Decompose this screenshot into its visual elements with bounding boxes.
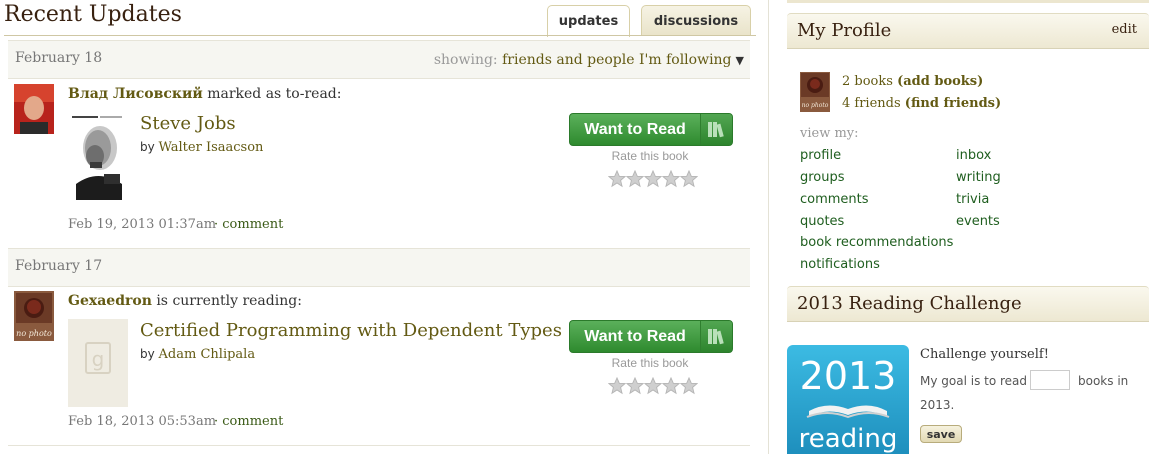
- rate-book-label: Rate this book: [611, 149, 689, 163]
- update-action: is currently reading:: [156, 293, 302, 309]
- profile-edit-link[interactable]: edit: [1112, 22, 1137, 37]
- shelf-dropdown-icon[interactable]: [700, 114, 732, 145]
- comment-link[interactable]: · comment: [214, 414, 283, 429]
- nav-events[interactable]: events: [956, 214, 1000, 229]
- timestamp[interactable]: Feb 18, 2013 05:53am: [68, 414, 216, 429]
- want-to-read-label: Want to Read: [584, 328, 686, 345]
- book-cover[interactable]: [68, 112, 128, 200]
- challenge-heading: Challenge yourself!: [920, 347, 1049, 362]
- row-divider: [8, 445, 750, 446]
- nav-writing[interactable]: writing: [956, 170, 1001, 185]
- star-icon[interactable]: [662, 377, 680, 395]
- tab-updates[interactable]: updates: [547, 5, 630, 37]
- filter-value[interactable]: friends and people I'm following: [502, 52, 731, 68]
- badge-word: reading: [799, 424, 898, 454]
- badge-year: 2013: [800, 354, 897, 398]
- actor-name[interactable]: Gexaedron: [68, 293, 152, 309]
- triangle-down-icon[interactable]: ▼: [736, 54, 744, 67]
- find-friends-link[interactable]: (find friends): [905, 96, 1001, 111]
- profile-title: My Profile: [797, 20, 892, 41]
- books-count[interactable]: 2 books (add books): [842, 74, 983, 89]
- by-label: by: [140, 140, 155, 154]
- feed-filter[interactable]: showing: friends and people I'm followin…: [434, 52, 744, 68]
- star-icon[interactable]: [608, 377, 626, 395]
- goal-prefix: My goal is to read: [920, 374, 1028, 388]
- books-count-label[interactable]: 2 books: [842, 74, 893, 89]
- challenge-box-header: 2013 Reading Challenge: [787, 286, 1149, 322]
- want-to-read-button[interactable]: Want to Read: [569, 113, 733, 146]
- profile-avatar[interactable]: no photo: [800, 72, 830, 112]
- challenge-title: 2013 Reading Challenge: [797, 293, 1022, 314]
- nav-quotes[interactable]: quotes: [800, 214, 844, 229]
- author-link[interactable]: Walter Isaacson: [159, 140, 264, 155]
- star-icon[interactable]: [680, 377, 698, 395]
- date-header: February 18 showing: friends and people …: [8, 40, 750, 79]
- friends-count[interactable]: 4 friends (find friends): [842, 96, 1001, 111]
- star-icon[interactable]: [608, 170, 626, 188]
- add-books-link[interactable]: (add books): [897, 74, 983, 89]
- profile-avatar-caption: no photo: [802, 102, 829, 109]
- avatar[interactable]: [14, 84, 54, 134]
- by-label: by: [140, 347, 155, 361]
- book-title-link[interactable]: Steve Jobs: [140, 113, 236, 134]
- goal-year: 2013.: [920, 398, 955, 412]
- byline: by Adam Chlipala: [140, 347, 255, 362]
- star-icon[interactable]: [644, 170, 662, 188]
- goal-suffix: books in: [1078, 374, 1129, 388]
- star-icon[interactable]: [680, 170, 698, 188]
- want-to-read-button[interactable]: Want to Read: [569, 320, 733, 353]
- rate-book-label: Rate this book: [611, 356, 689, 370]
- title-divider: [4, 35, 756, 36]
- update-headline: Влад Лисовский marked as to-read:: [68, 86, 341, 102]
- reading-challenge-badge[interactable]: 2013 reading: [787, 345, 909, 454]
- star-icon[interactable]: [626, 170, 644, 188]
- want-to-read-label: Want to Read: [584, 121, 686, 138]
- date-label: February 18: [15, 50, 103, 66]
- star-icon[interactable]: [644, 377, 662, 395]
- page-title: Recent Updates: [4, 2, 182, 27]
- nav-profile[interactable]: profile: [800, 148, 841, 163]
- star-icon[interactable]: [662, 170, 680, 188]
- updates-feed: Recent Updates updates discussions Febru…: [0, 0, 760, 454]
- nav-comments[interactable]: comments: [800, 192, 869, 207]
- actor-name[interactable]: Влад Лисовский: [68, 86, 203, 102]
- avatar-caption: no photo: [16, 329, 52, 338]
- byline: by Walter Isaacson: [140, 140, 263, 155]
- save-button[interactable]: save: [920, 425, 962, 443]
- shelf-dropdown-icon[interactable]: [700, 321, 732, 352]
- friends-count-label[interactable]: 4 friends: [842, 96, 901, 111]
- timestamp[interactable]: Feb 19, 2013 01:37am: [68, 217, 216, 232]
- author-link[interactable]: Adam Chlipala: [159, 347, 256, 362]
- avatar[interactable]: no photo: [14, 291, 54, 341]
- view-my-label: view my:: [800, 126, 859, 141]
- nav-book-recommendations[interactable]: book recommendations: [800, 235, 953, 250]
- tab-discussions[interactable]: discussions: [641, 5, 751, 36]
- sidebar-divider: [768, 0, 769, 454]
- star-rating[interactable]: [608, 170, 708, 188]
- profile-box-header: My Profile edit: [787, 13, 1149, 49]
- update-action: marked as to-read:: [207, 86, 342, 102]
- nav-groups[interactable]: groups: [800, 170, 845, 185]
- book-cover-placeholder[interactable]: g: [68, 319, 128, 407]
- cover-letter: g: [92, 347, 105, 371]
- date-label: February 17: [15, 258, 103, 274]
- goal-books-input[interactable]: [1030, 370, 1070, 390]
- date-header: February 17: [8, 248, 750, 287]
- star-icon[interactable]: [626, 377, 644, 395]
- nav-trivia[interactable]: trivia: [956, 192, 989, 207]
- nav-inbox[interactable]: inbox: [956, 148, 991, 163]
- filter-prefix: showing:: [433, 52, 498, 68]
- sidebar-top-strip: [787, 0, 1149, 3]
- comment-link[interactable]: · comment: [214, 217, 283, 232]
- update-headline: Gexaedron is currently reading:: [68, 293, 302, 309]
- nav-notifications[interactable]: notifications: [800, 257, 880, 272]
- book-title-link[interactable]: Certified Programming with Dependent Typ…: [140, 320, 562, 341]
- star-rating[interactable]: [608, 377, 708, 395]
